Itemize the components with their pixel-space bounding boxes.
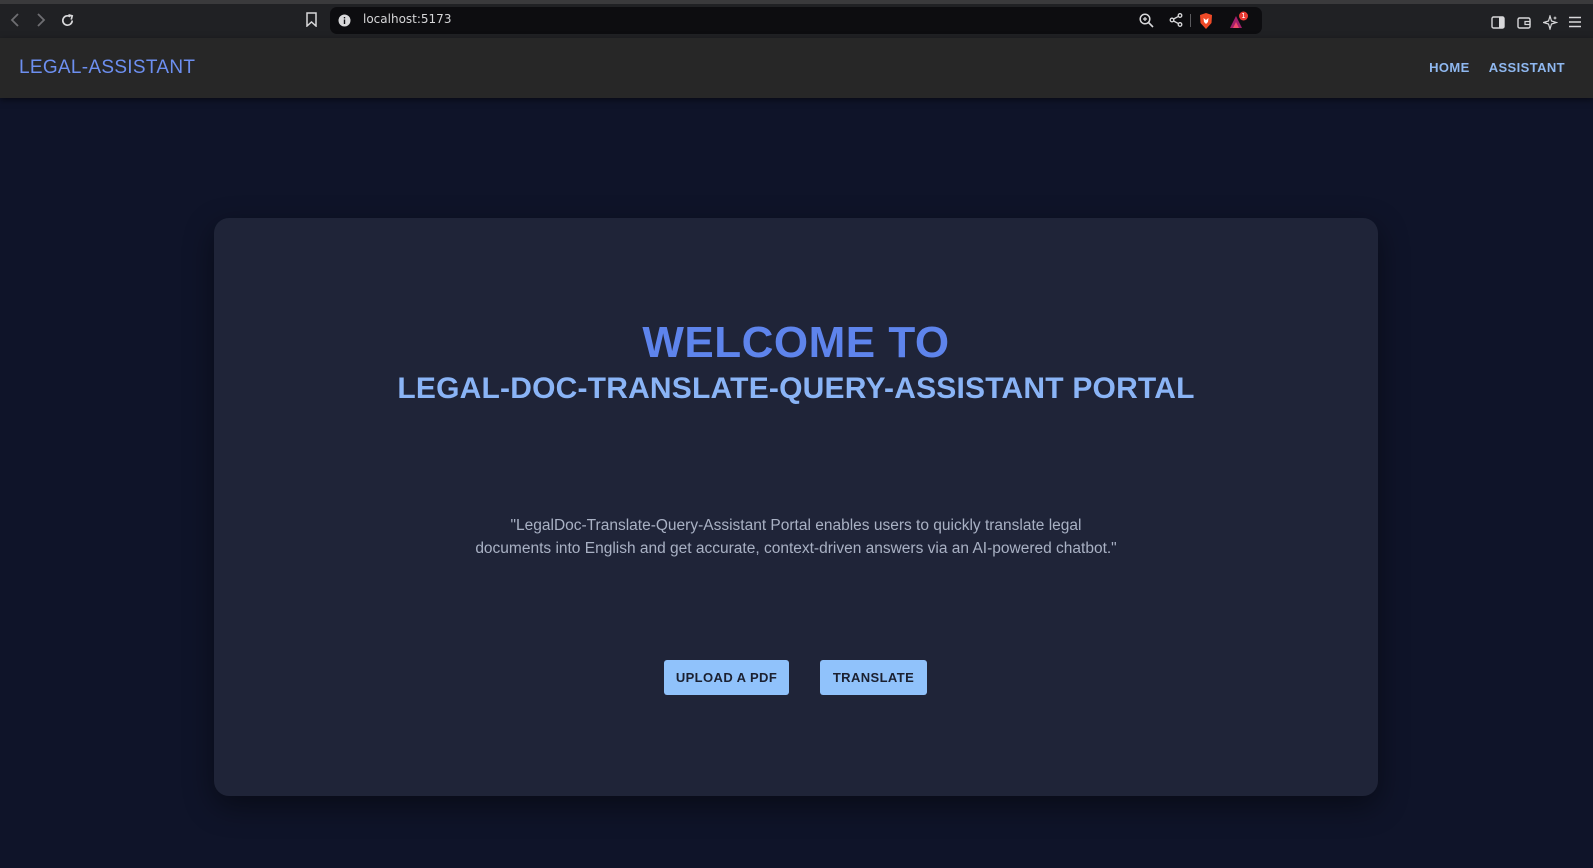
site-info-icon[interactable] <box>338 14 351 27</box>
browser-toolbar: localhost:5173 1 <box>0 0 1593 38</box>
reload-icon[interactable] <box>58 11 76 29</box>
bookmark-icon[interactable] <box>303 10 319 28</box>
welcome-title: WELCOME TO <box>642 318 950 367</box>
wallet-icon[interactable] <box>1516 14 1532 30</box>
address-bar[interactable]: localhost:5173 1 <box>330 7 1262 34</box>
menu-icon[interactable] <box>1567 14 1583 30</box>
url-text: localhost:5173 <box>363 12 452 26</box>
zoom-icon[interactable] <box>1138 12 1154 28</box>
portal-title: LEGAL-DOC-TRANSLATE-QUERY-ASSISTANT PORT… <box>397 372 1195 405</box>
sidebar-icon[interactable] <box>1490 14 1506 30</box>
brave-shield-icon[interactable] <box>1197 11 1215 30</box>
share-icon[interactable] <box>1168 12 1184 28</box>
nav-assistant[interactable]: ASSISTANT <box>1489 60 1565 75</box>
portal-description: "LegalDoc-Translate-Query-Assistant Port… <box>475 517 1117 557</box>
app-header: LEGAL-ASSISTANT HOME ASSISTANT <box>0 38 1593 98</box>
brave-rewards-icon[interactable]: 1 <box>1227 11 1249 31</box>
translate-button[interactable]: TRANSLATE <box>820 660 927 695</box>
main-nav: HOME ASSISTANT <box>1429 60 1565 75</box>
upload-pdf-button[interactable]: UPLOAD A PDF <box>664 660 789 695</box>
nav-home[interactable]: HOME <box>1429 60 1470 75</box>
divider <box>1190 14 1191 27</box>
brand-logo[interactable]: LEGAL-ASSISTANT <box>19 57 195 79</box>
leo-ai-icon[interactable] <box>1542 14 1558 30</box>
notification-count: 1 <box>1241 12 1246 20</box>
welcome-card: WELCOME TO LEGAL-DOC-TRANSLATE-QUERY-ASS… <box>214 218 1378 796</box>
back-icon[interactable] <box>6 11 24 29</box>
forward-icon[interactable] <box>32 11 50 29</box>
